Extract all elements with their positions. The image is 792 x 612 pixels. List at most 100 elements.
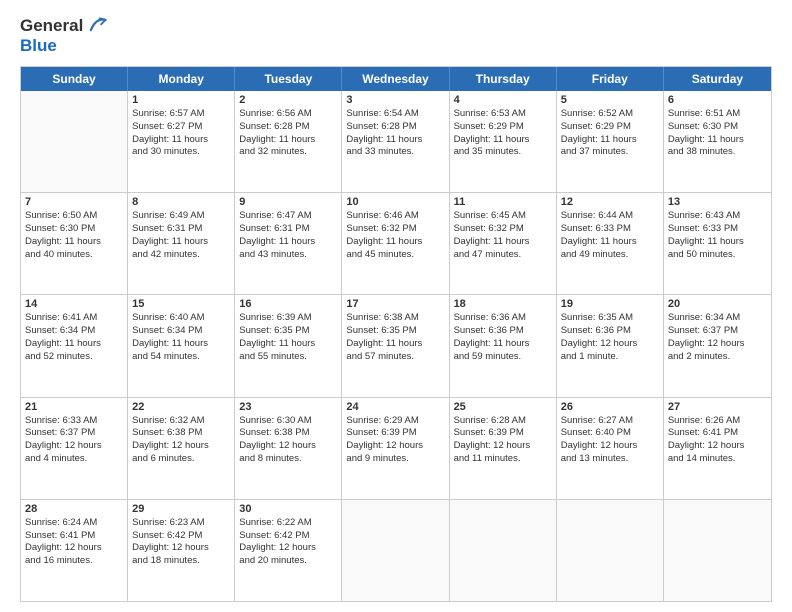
cell-info-line: Sunset: 6:28 PM <box>346 121 444 134</box>
cell-info-line: and 30 minutes. <box>132 146 230 159</box>
cell-info-line: Sunrise: 6:44 AM <box>561 210 659 223</box>
cell-info-line: and 42 minutes. <box>132 249 230 262</box>
cell-info-line: Daylight: 12 hours <box>25 542 123 555</box>
cell-info-line: and 2 minutes. <box>668 351 767 364</box>
cell-info-line: Sunrise: 6:54 AM <box>346 108 444 121</box>
cell-info-line: and 13 minutes. <box>561 453 659 466</box>
calendar-cell: 29Sunrise: 6:23 AMSunset: 6:42 PMDayligh… <box>128 500 235 601</box>
cell-info-line: Sunset: 6:37 PM <box>25 427 123 440</box>
weekday-header-thursday: Thursday <box>450 67 557 91</box>
cell-info-line: Sunrise: 6:43 AM <box>668 210 767 223</box>
cell-info-line: and 33 minutes. <box>346 146 444 159</box>
cell-info-line: Sunset: 6:38 PM <box>132 427 230 440</box>
calendar-cell: 23Sunrise: 6:30 AMSunset: 6:38 PMDayligh… <box>235 398 342 499</box>
cell-info-line: Sunset: 6:28 PM <box>239 121 337 134</box>
cell-info-line: and 40 minutes. <box>25 249 123 262</box>
cell-info-line: Sunset: 6:41 PM <box>668 427 767 440</box>
calendar-row-2: 14Sunrise: 6:41 AMSunset: 6:34 PMDayligh… <box>21 295 771 397</box>
cell-info-line: Sunset: 6:31 PM <box>239 223 337 236</box>
day-number: 15 <box>132 298 230 310</box>
cell-info-line: Sunset: 6:30 PM <box>668 121 767 134</box>
cell-info-line: Sunrise: 6:35 AM <box>561 312 659 325</box>
cell-info-line: Daylight: 12 hours <box>561 440 659 453</box>
cell-info-line: Sunset: 6:31 PM <box>132 223 230 236</box>
cell-info-line: and 18 minutes. <box>132 555 230 568</box>
cell-info-line: Sunset: 6:27 PM <box>132 121 230 134</box>
day-number: 1 <box>132 94 230 106</box>
cell-info-line: and 47 minutes. <box>454 249 552 262</box>
logo-icon <box>85 14 107 36</box>
cell-info-line: Daylight: 12 hours <box>346 440 444 453</box>
cell-info-line: Sunset: 6:39 PM <box>454 427 552 440</box>
cell-info-line: Daylight: 11 hours <box>132 338 230 351</box>
day-number: 13 <box>668 196 767 208</box>
calendar-cell <box>664 500 771 601</box>
cell-info-line: Daylight: 11 hours <box>668 236 767 249</box>
day-number: 28 <box>25 503 123 515</box>
calendar-cell: 12Sunrise: 6:44 AMSunset: 6:33 PMDayligh… <box>557 193 664 294</box>
logo: General Blue <box>20 16 107 56</box>
calendar-cell: 26Sunrise: 6:27 AMSunset: 6:40 PMDayligh… <box>557 398 664 499</box>
calendar-cell: 24Sunrise: 6:29 AMSunset: 6:39 PMDayligh… <box>342 398 449 499</box>
cell-info-line: Sunrise: 6:30 AM <box>239 415 337 428</box>
cell-info-line: Sunset: 6:34 PM <box>132 325 230 338</box>
cell-info-line: Sunrise: 6:36 AM <box>454 312 552 325</box>
weekday-header-friday: Friday <box>557 67 664 91</box>
cell-info-line: Daylight: 11 hours <box>346 134 444 147</box>
cell-info-line: and 32 minutes. <box>239 146 337 159</box>
calendar-cell: 18Sunrise: 6:36 AMSunset: 6:36 PMDayligh… <box>450 295 557 396</box>
cell-info-line: Sunset: 6:35 PM <box>239 325 337 338</box>
day-number: 5 <box>561 94 659 106</box>
logo-blue-text: Blue <box>20 36 57 55</box>
header: General Blue <box>20 16 772 56</box>
day-number: 6 <box>668 94 767 106</box>
cell-info-line: Sunrise: 6:32 AM <box>132 415 230 428</box>
calendar-cell: 2Sunrise: 6:56 AMSunset: 6:28 PMDaylight… <box>235 91 342 192</box>
cell-info-line: and 9 minutes. <box>346 453 444 466</box>
weekday-header-saturday: Saturday <box>664 67 771 91</box>
cell-info-line: Sunrise: 6:53 AM <box>454 108 552 121</box>
cell-info-line: Sunset: 6:37 PM <box>668 325 767 338</box>
calendar-row-0: 1Sunrise: 6:57 AMSunset: 6:27 PMDaylight… <box>21 91 771 193</box>
cell-info-line: Sunset: 6:40 PM <box>561 427 659 440</box>
cell-info-line: Sunset: 6:36 PM <box>454 325 552 338</box>
cell-info-line: Daylight: 11 hours <box>454 236 552 249</box>
cell-info-line: Sunrise: 6:56 AM <box>239 108 337 121</box>
cell-info-line: Sunset: 6:30 PM <box>25 223 123 236</box>
weekday-header-sunday: Sunday <box>21 67 128 91</box>
cell-info-line: Daylight: 12 hours <box>239 542 337 555</box>
cell-info-line: Daylight: 11 hours <box>561 134 659 147</box>
day-number: 21 <box>25 401 123 413</box>
cell-info-line: Daylight: 12 hours <box>668 440 767 453</box>
calendar-cell: 16Sunrise: 6:39 AMSunset: 6:35 PMDayligh… <box>235 295 342 396</box>
calendar-cell <box>450 500 557 601</box>
cell-info-line: Daylight: 11 hours <box>132 236 230 249</box>
calendar-cell: 21Sunrise: 6:33 AMSunset: 6:37 PMDayligh… <box>21 398 128 499</box>
cell-info-line: Sunset: 6:42 PM <box>132 530 230 543</box>
cell-info-line: Daylight: 11 hours <box>346 236 444 249</box>
cell-info-line: and 8 minutes. <box>239 453 337 466</box>
cell-info-line: Sunrise: 6:47 AM <box>239 210 337 223</box>
cell-info-line: Daylight: 11 hours <box>132 134 230 147</box>
calendar-cell <box>342 500 449 601</box>
calendar-cell: 28Sunrise: 6:24 AMSunset: 6:41 PMDayligh… <box>21 500 128 601</box>
cell-info-line: and 38 minutes. <box>668 146 767 159</box>
day-number: 20 <box>668 298 767 310</box>
cell-info-line: and 6 minutes. <box>132 453 230 466</box>
calendar-row-4: 28Sunrise: 6:24 AMSunset: 6:41 PMDayligh… <box>21 500 771 601</box>
cell-info-line: and 4 minutes. <box>25 453 123 466</box>
calendar-cell: 5Sunrise: 6:52 AMSunset: 6:29 PMDaylight… <box>557 91 664 192</box>
cell-info-line: Daylight: 12 hours <box>561 338 659 351</box>
day-number: 27 <box>668 401 767 413</box>
cell-info-line: Daylight: 12 hours <box>454 440 552 453</box>
day-number: 3 <box>346 94 444 106</box>
calendar-cell: 13Sunrise: 6:43 AMSunset: 6:33 PMDayligh… <box>664 193 771 294</box>
cell-info-line: Sunrise: 6:22 AM <box>239 517 337 530</box>
calendar-cell: 6Sunrise: 6:51 AMSunset: 6:30 PMDaylight… <box>664 91 771 192</box>
cell-info-line: and 52 minutes. <box>25 351 123 364</box>
cell-info-line: and 59 minutes. <box>454 351 552 364</box>
day-number: 11 <box>454 196 552 208</box>
cell-info-line: Sunset: 6:39 PM <box>346 427 444 440</box>
cell-info-line: Sunrise: 6:27 AM <box>561 415 659 428</box>
cell-info-line: Daylight: 11 hours <box>561 236 659 249</box>
